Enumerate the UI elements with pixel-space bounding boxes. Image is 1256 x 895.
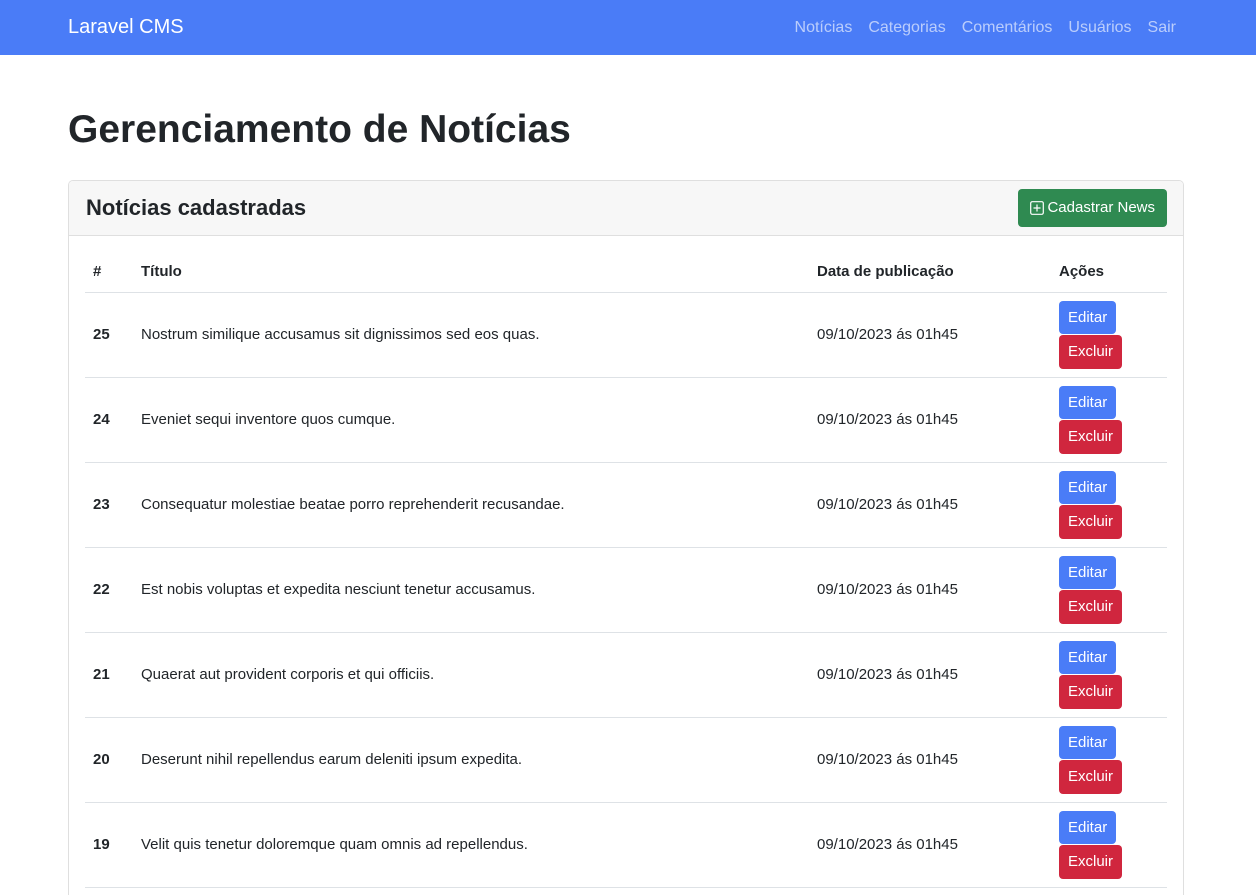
plus-square-icon xyxy=(1030,200,1045,215)
row-id: 25 xyxy=(85,292,133,378)
nav-link-comentarios[interactable]: Comentários xyxy=(962,19,1053,37)
table-row: 22 Est nobis voluptas et expedita nesciu… xyxy=(85,547,1167,633)
delete-button[interactable]: Excluir xyxy=(1059,674,1123,709)
row-title: Est nobis voluptas et expedita nesciunt … xyxy=(133,547,809,633)
row-id: 20 xyxy=(85,717,133,803)
row-date: 09/10/2023 ás 01h45 xyxy=(809,292,1051,378)
delete-button[interactable]: Excluir xyxy=(1059,334,1123,369)
row-date: 09/10/2023 ás 01h45 xyxy=(809,547,1051,633)
column-header-actions: Ações xyxy=(1051,251,1167,293)
edit-button[interactable]: Editar xyxy=(1059,470,1117,504)
row-actions: Editar Excluir xyxy=(1051,377,1167,463)
edit-button[interactable]: Editar xyxy=(1059,725,1117,759)
nav-link-usuarios[interactable]: Usuários xyxy=(1068,19,1131,37)
table-header-row: # Título Data de publicação Ações xyxy=(85,251,1167,293)
table-row: 25 Nostrum similique accusamus sit digni… xyxy=(85,292,1167,378)
delete-button[interactable]: Excluir xyxy=(1059,504,1123,539)
row-actions: Editar Excluir xyxy=(1051,547,1167,633)
row-id: 22 xyxy=(85,547,133,633)
add-news-button[interactable]: Cadastrar News xyxy=(1018,188,1167,227)
brand-link[interactable]: Laravel CMS xyxy=(68,16,184,39)
delete-button[interactable]: Excluir xyxy=(1059,589,1123,624)
edit-button[interactable]: Editar xyxy=(1059,385,1117,419)
edit-button[interactable]: Editar xyxy=(1059,640,1117,674)
row-actions: Editar Excluir xyxy=(1051,292,1167,378)
top-navbar: Laravel CMS Notícias Categorias Comentár… xyxy=(0,0,1256,55)
row-title: Deserunt nihil repellendus earum delenit… xyxy=(133,717,809,803)
row-title: Quaerat aut provident corporis et qui of… xyxy=(133,632,809,718)
card-header: Notícias cadastradas Cadastrar News xyxy=(69,180,1183,236)
row-date: 09/10/2023 ás 01h45 xyxy=(809,632,1051,718)
delete-button[interactable]: Excluir xyxy=(1059,844,1123,879)
row-date: 09/10/2023 ás 01h45 xyxy=(809,802,1051,888)
table-row: 21 Quaerat aut provident corporis et qui… xyxy=(85,632,1167,718)
row-id: 23 xyxy=(85,462,133,548)
row-actions: Editar Excluir xyxy=(1051,632,1167,718)
delete-button[interactable]: Excluir xyxy=(1059,759,1123,794)
column-header-title: Título xyxy=(133,251,809,293)
row-actions: Editar Excluir xyxy=(1051,717,1167,803)
row-actions: Editar Excluir xyxy=(1051,462,1167,548)
edit-button[interactable]: Editar xyxy=(1059,300,1117,334)
table-row: 23 Consequatur molestiae beatae porro re… xyxy=(85,462,1167,548)
add-news-label: Cadastrar News xyxy=(1047,199,1155,217)
row-title: Eveniet sequi inventore quos cumque. xyxy=(133,377,809,463)
row-date: 09/10/2023 ás 01h45 xyxy=(809,717,1051,803)
row-title: Nostrum similique accusamus sit dignissi… xyxy=(133,292,809,378)
news-card: Notícias cadastradas Cadastrar News # Tí… xyxy=(68,179,1184,895)
nav-link-noticias[interactable]: Notícias xyxy=(795,19,853,37)
card-title: Notícias cadastradas xyxy=(86,194,307,220)
nav-link-categorias[interactable]: Categorias xyxy=(868,19,945,37)
edit-button[interactable]: Editar xyxy=(1059,555,1117,589)
table-row: 20 Deserunt nihil repellendus earum dele… xyxy=(85,717,1167,803)
row-id: 24 xyxy=(85,377,133,463)
table-row: 19 Velit quis tenetur doloremque quam om… xyxy=(85,802,1167,888)
main-container: Gerenciamento de Notícias Notícias cadas… xyxy=(0,107,1256,895)
column-header-id: # xyxy=(85,251,133,293)
delete-button[interactable]: Excluir xyxy=(1059,419,1123,454)
page-title: Gerenciamento de Notícias xyxy=(68,108,571,151)
row-title: Consequatur molestiae beatae porro repre… xyxy=(133,462,809,548)
nav-link-sair[interactable]: Sair xyxy=(1148,19,1176,37)
table-row: 24 Eveniet sequi inventore quos cumque. … xyxy=(85,377,1167,463)
edit-button[interactable]: Editar xyxy=(1059,810,1117,844)
row-actions: Editar Excluir xyxy=(1051,802,1167,888)
card-body: # Título Data de publicação Ações 25 Nos… xyxy=(69,236,1183,888)
row-id: 21 xyxy=(85,632,133,718)
row-id: 19 xyxy=(85,802,133,888)
nav-links: Notícias Categorias Comentários Usuários… xyxy=(795,19,1176,37)
row-date: 09/10/2023 ás 01h45 xyxy=(809,462,1051,548)
column-header-date: Data de publicação xyxy=(809,251,1051,293)
row-date: 09/10/2023 ás 01h45 xyxy=(809,377,1051,463)
row-title: Velit quis tenetur doloremque quam omnis… xyxy=(133,802,809,888)
news-table: # Título Data de publicação Ações 25 Nos… xyxy=(85,251,1167,888)
